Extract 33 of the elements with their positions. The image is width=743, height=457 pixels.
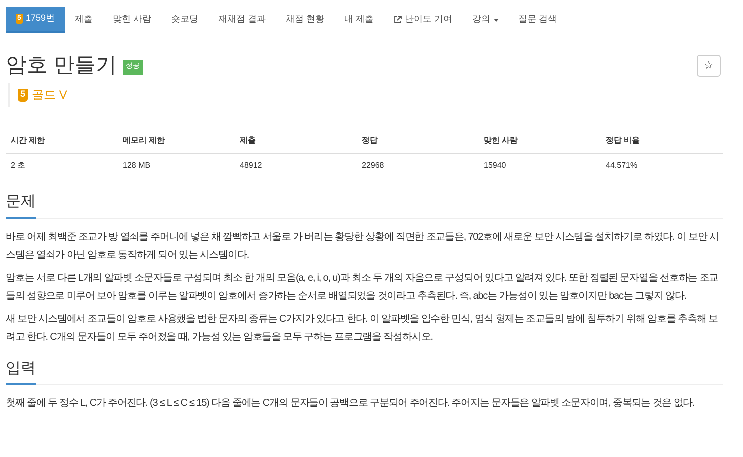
column-header: 제출	[235, 129, 357, 154]
paragraph: 암호는 서로 다른 L개의 알파벳 소문자들로 구성되며 최소 한 개의 모음(a, e, i, o, u)과 최소 두 개의 자음으로 구성되어 있다고 알려져 있다. 또한 정렬된 문자열을 선호하는 조교들의 성향으로 미루어 보아 암호를 이루는 알파벳이 암호에서 증가하는 순서로 배열되었을 것이라고 추측된다. 즉, abc는 가능성이 있는 암호이지만 bac는 그렇지 않다.	[6, 272, 720, 304]
paragraph: 바로 어제 최백준 조교가 방 열쇠를 주머니에 넣은 채 깜빡하고 서울로 가 버리는 황당한 상황에 직면한 조교들은, 702호에 새로운 보안 시스템을 설치하기로 하였다. 이 보안 시스템은 열쇠가 아닌 암호로 동작하게 되어 있는 시스템이다.	[6, 230, 720, 262]
paragraph: 새 보안 시스템에서 조교들이 암호로 사용했을 법한 문자의 종류는 C가지가 있다고 한다. 이 알파벳을 입수한 민식, 영식 형제는 조교들의 방에 침투하기 위해 암호를 추측해 보려고 한다. C개의 문자들이 모두 주어졌을 때, 가능성 있는 암호들을 모두 구하는 프로그램을 작성하시오.	[6, 312, 719, 344]
nav-tab[interactable]: 숏코딩	[162, 7, 209, 33]
nav-tab[interactable]: 재채점 결과	[208, 7, 276, 33]
paragraph: 첫째 줄에 두 정수 L, C가 주어진다. (3 ≤ L ≤ C ≤ 15) 다음 줄에는 C개의 문자들이 공백으로 구분되어 주어진다. 주어지는 문자들은 알파벳 소문자이며, 중복되는 것은 없다.	[6, 397, 696, 411]
table-cell: 22968	[357, 154, 479, 178]
tier-label: 골드 V	[32, 87, 68, 104]
tier-icon: 5	[18, 88, 28, 102]
column-header: 시간 제한	[6, 129, 118, 154]
table-cell: 2 초	[6, 154, 118, 178]
table-cell: 48912	[235, 154, 357, 178]
nav-tab[interactable]: 채점 현황	[276, 7, 335, 33]
external-link-icon	[394, 16, 402, 24]
caret-icon	[494, 18, 499, 22]
column-header: 메모리 제한	[118, 129, 235, 154]
nav-tab[interactable]: 맞힌 사람	[103, 7, 162, 33]
nav-tab[interactable]: 강의	[462, 7, 509, 33]
nav-tab[interactable]: 내 제출	[334, 7, 384, 33]
column-header: 정답 비율	[601, 129, 723, 154]
column-header: 맞힌 사람	[479, 129, 601, 154]
table-cell: 15940	[479, 154, 601, 178]
table-cell: 128 MB	[118, 154, 235, 178]
column-header: 정답	[357, 129, 479, 154]
section-heading: 문제	[6, 191, 36, 218]
favorite-button[interactable]: ☆	[697, 55, 721, 77]
nav-tab[interactable]: 제출	[65, 7, 104, 33]
nav-tab[interactable]: 질문 검색	[508, 7, 568, 33]
nav-tab[interactable]: 난이도 기여	[384, 7, 463, 33]
problem-title: 암호 만들기	[6, 55, 117, 76]
table-cell: 44.571%	[601, 154, 723, 178]
section-heading: 입력	[6, 358, 36, 385]
